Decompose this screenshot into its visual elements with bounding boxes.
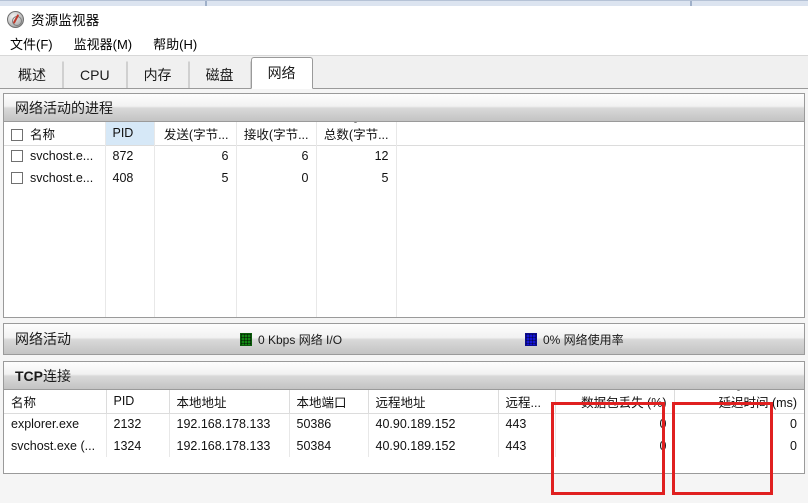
table-row[interactable]: explorer.exe 2132 192.168.178.133 50386 … — [4, 413, 804, 435]
process-filler-cell — [396, 167, 804, 189]
network-io-swatch-icon — [240, 332, 252, 346]
tcp-col-remote-address[interactable]: 远程地址 — [368, 390, 499, 414]
process-sent-cell: 5 — [154, 167, 237, 189]
network-io-summary: 0 Kbps 网络 I/O — [240, 331, 342, 348]
select-all-checkbox[interactable] — [11, 128, 23, 141]
title-bar: 资源监视器 — [0, 6, 808, 32]
processes-col-total-label: 总数(字节... — [323, 127, 389, 142]
tcp-name-cell: svchost.exe (... — [4, 435, 107, 457]
network-utilization-label: 0% 网络使用率 — [543, 332, 624, 347]
tcp-col-local-port[interactable]: 本地端口 — [289, 390, 369, 414]
processes-col-pid[interactable]: PID — [105, 122, 155, 146]
table-row[interactable]: svchost.e... 872 6 6 12 — [4, 145, 804, 167]
tcp-remote-port-cell: 443 — [498, 413, 556, 435]
tcp-latency-cell: 0 — [790, 439, 797, 453]
processes-col-sent[interactable]: 发送(字节... — [154, 122, 237, 146]
network-io-label: 0 Kbps 网络 I/O — [258, 332, 343, 347]
tcp-packet-loss-cell: 0 — [555, 435, 675, 457]
tcp-col-local-address[interactable]: 本地地址 — [169, 390, 290, 414]
tcp-table-body: 名称 PID 本地地址 本地端口 远程地址 远程... 数据包丢失 (%) 延迟… — [4, 390, 804, 473]
process-name-cell: svchost.e... — [4, 167, 106, 189]
network-utilization-summary: 0% 网络使用率 — [525, 331, 624, 348]
network-activity-summary: 0 Kbps 网络 I/O 0% 网络使用率 — [4, 324, 804, 354]
processes-col-total[interactable]: 总数(字节... — [316, 122, 397, 146]
menu-item-help[interactable]: 帮助(H) — [151, 32, 206, 55]
network-activity-panel: 网络活动 0 Kbps 网络 I/O 0% 网络使用率 — [3, 323, 805, 355]
processes-col-filler — [396, 122, 804, 146]
processes-table-body: 名称 PID 发送(字节... 接收(字节... 总数(字节... svchos… — [4, 122, 804, 317]
process-pid-cell: 408 — [105, 167, 155, 189]
row-checkbox[interactable] — [11, 172, 23, 185]
network-activity-panel-title: 网络活动 — [15, 331, 71, 347]
process-received-cell: 6 — [236, 145, 317, 167]
processes-col-received[interactable]: 接收(字节... — [236, 122, 317, 146]
tab-cpu[interactable]: CPU — [63, 61, 127, 88]
processes-col-name-label: 名称 — [30, 127, 56, 142]
tcp-local-address-cell: 192.168.178.133 — [169, 413, 290, 435]
tcp-packet-loss-cell: 0 — [555, 413, 675, 435]
tab-strip: 概述 CPU 内存 磁盘 网络 — [0, 57, 808, 89]
tcp-latency-cell: 0 — [790, 417, 797, 432]
sort-indicator-icon — [352, 122, 361, 123]
table-row[interactable]: svchost.exe (... 1324 192.168.178.133 50… — [4, 435, 804, 457]
menu-item-monitor[interactable]: 监视器(M) — [72, 32, 142, 55]
tab-disk[interactable]: 磁盘 — [188, 61, 251, 88]
tcp-local-address-cell: 192.168.178.133 — [169, 435, 290, 457]
network-utilization-swatch-icon — [525, 332, 537, 346]
tcp-col-packet-loss[interactable]: 数据包丢失 (%) — [555, 390, 675, 414]
tcp-panel-header[interactable]: TCP 连接 — [4, 362, 804, 390]
tab-overview[interactable]: 概述 — [2, 61, 63, 88]
tcp-col-pid[interactable]: PID — [106, 390, 170, 414]
process-name-label: svchost.e... — [30, 171, 94, 185]
tab-memory[interactable]: 内存 — [126, 61, 189, 88]
process-total-cell: 12 — [316, 145, 397, 167]
tcp-local-port-cell: 50384 — [289, 435, 369, 457]
tcp-local-port-cell: 50386 — [289, 413, 369, 435]
process-sent-cell: 6 — [154, 145, 237, 167]
window-title: 资源监视器 — [31, 13, 100, 28]
process-received-cell: 0 — [236, 167, 317, 189]
row-checkbox[interactable] — [11, 150, 23, 163]
resource-monitor-window: 资源监视器 文件(F) 监视器(M) 帮助(H) 概述 CPU 内存 磁盘 网络… — [0, 0, 808, 503]
process-name-label: svchost.e... — [30, 149, 94, 164]
tcp-name-cell: explorer.exe — [4, 413, 107, 435]
processes-with-network-activity-panel: 网络活动的进程 名称 PID 发送(字节... 接收(字节... 总数(字节..… — [3, 93, 805, 318]
processes-col-name[interactable]: 名称 — [4, 122, 106, 146]
process-filler-cell — [396, 145, 804, 167]
tcp-pid-cell: 1324 — [106, 435, 170, 457]
tcp-pid-cell: 2132 — [106, 413, 170, 435]
tcp-table-header-row: 名称 PID 本地地址 本地端口 远程地址 远程... 数据包丢失 (%) 延迟… — [4, 390, 804, 414]
process-pid-cell: 872 — [105, 145, 155, 167]
menu-bar: 文件(F) 监视器(M) 帮助(H) — [0, 32, 808, 56]
tcp-remote-address-cell: 40.90.189.152 — [368, 413, 499, 435]
processes-panel-title: 网络活动的进程 — [15, 99, 113, 116]
processes-table: 名称 PID 发送(字节... 接收(字节... 总数(字节... svchos… — [4, 122, 804, 189]
tcp-col-latency-label: 延迟时间 (ms) — [718, 395, 797, 410]
processes-panel-header[interactable]: 网络活动的进程 — [4, 94, 804, 122]
tcp-panel-title-rest: 连接 — [43, 367, 71, 384]
tcp-col-name[interactable]: 名称 — [4, 390, 107, 414]
network-tab-page: 网络活动的进程 名称 PID 发送(字节... 接收(字节... 总数(字节..… — [0, 89, 808, 503]
process-name-cell: svchost.e... — [4, 145, 106, 167]
tcp-table: 名称 PID 本地地址 本地端口 远程地址 远程... 数据包丢失 (%) 延迟… — [4, 390, 804, 457]
tab-network[interactable]: 网络 — [250, 57, 313, 89]
tcp-remote-port-cell: 443 — [498, 435, 556, 457]
table-row[interactable]: svchost.e... 408 5 0 5 — [4, 167, 804, 189]
tcp-col-remote-port[interactable]: 远程... — [498, 390, 556, 414]
network-activity-panel-header[interactable]: 网络活动 0 Kbps 网络 I/O 0% 网络使用率 — [4, 324, 804, 354]
sort-indicator-icon — [735, 390, 744, 391]
tcp-panel-title-strong: TCP — [15, 367, 43, 384]
processes-table-header-row: 名称 PID 发送(字节... 接收(字节... 总数(字节... — [4, 122, 804, 146]
tcp-col-latency[interactable]: 延迟时间 (ms) — [674, 390, 804, 414]
resource-monitor-icon — [7, 10, 24, 28]
menu-item-file[interactable]: 文件(F) — [8, 32, 62, 55]
process-total-cell: 5 — [316, 167, 397, 189]
tcp-connections-panel: TCP 连接 名称 PID 本地地址 本地端口 远程地址 远程... 数据包丢失… — [3, 361, 805, 474]
tcp-remote-address-cell: 40.90.189.152 — [368, 435, 499, 457]
